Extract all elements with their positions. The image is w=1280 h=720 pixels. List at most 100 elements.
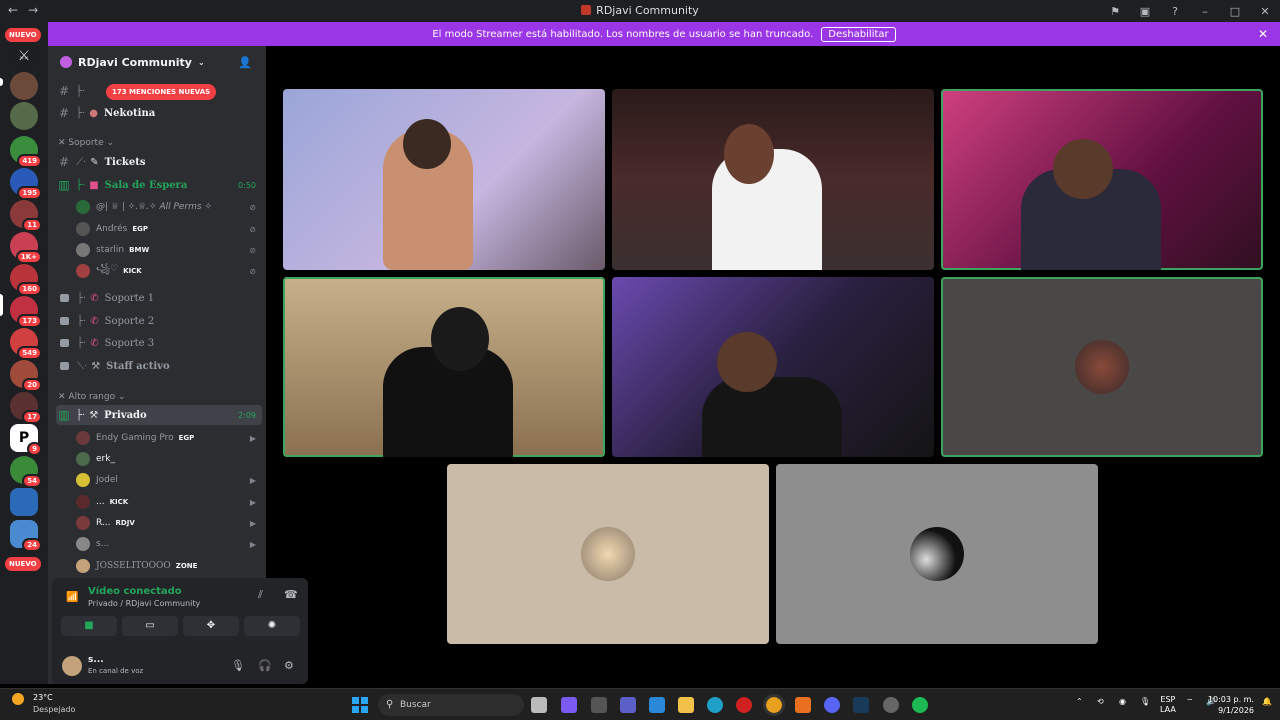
channel-sala-espera[interactable]: ▥ ├· ■ Sala de Espera 0:50 <box>56 175 262 195</box>
teams-icon[interactable] <box>620 697 636 713</box>
app-icon[interactable] <box>883 697 899 713</box>
server-icon[interactable]: 160 <box>10 264 42 296</box>
close-icon[interactable]: ✕ <box>1258 27 1268 41</box>
signal-icon[interactable]: 📶 <box>66 592 78 603</box>
server-icon[interactable]: 549 <box>10 328 42 360</box>
server-icon-selected[interactable]: 173 <box>10 296 42 328</box>
server-icon[interactable]: 24 <box>10 520 42 552</box>
video-tile[interactable] <box>447 464 769 644</box>
settings-icon[interactable]: ⚙ <box>284 659 294 672</box>
notification-icon[interactable]: 🔔 <box>1262 697 1272 706</box>
screen-icon[interactable]: ▣ <box>1130 5 1160 18</box>
spotify-icon[interactable] <box>912 697 928 713</box>
language-indicator[interactable]: ESP LAA <box>1160 695 1176 715</box>
video-tile[interactable] <box>612 277 934 457</box>
channel-sidebar: RDjavi Community ⌄ 👤 # ├· 173 MENCIONES N… <box>48 46 308 684</box>
video-tile-speaking[interactable] <box>941 89 1263 270</box>
task-view-icon[interactable] <box>531 697 547 713</box>
discord-icon[interactable] <box>824 697 840 713</box>
category-soporte[interactable]: ✕ Soporte ⌄ <box>58 138 114 148</box>
add-member-icon[interactable]: 👤 <box>238 56 252 69</box>
microphone-icon[interactable]: 🎙 <box>231 659 245 672</box>
server-icon[interactable] <box>10 72 38 100</box>
maximize-button[interactable]: □ <box>1220 5 1250 18</box>
video-tile-speaking[interactable] <box>941 277 1263 457</box>
hash-icon: # <box>58 106 70 120</box>
voice-user[interactable]: Andrés EGP ⊘ <box>76 219 262 239</box>
video-tile[interactable] <box>612 89 934 270</box>
activities-button[interactable]: ✥ <box>183 616 239 636</box>
server-icon[interactable] <box>10 102 38 130</box>
sync-icon[interactable]: ⟲ <box>1097 697 1104 706</box>
voice-user[interactable]: R... RDJV ▶ <box>76 513 262 533</box>
store-icon[interactable] <box>649 697 665 713</box>
app-icon[interactable] <box>795 697 811 713</box>
voice-user[interactable]: erk_ <box>76 449 262 469</box>
voice-user[interactable]: @| ♕ | ✧.♕.✧ All Perms ✧ ⊘ <box>76 197 262 217</box>
headphones-icon[interactable]: 🎧 <box>258 659 272 672</box>
voice-user[interactable]: starlin BMW ⊘ <box>76 240 262 260</box>
avatar <box>581 527 635 581</box>
server-icon[interactable]: 17 <box>10 392 42 424</box>
opera-icon[interactable] <box>736 697 752 713</box>
server-icon[interactable]: 20 <box>10 360 42 392</box>
voice-location[interactable]: Privado / RDjavi Community <box>88 599 200 608</box>
video-tile[interactable] <box>283 89 605 270</box>
folder-icon[interactable] <box>678 697 694 713</box>
weather-widget[interactable]: 23°C Despejado <box>12 693 75 714</box>
tray-app-icon[interactable]: ◉ <box>1119 697 1126 706</box>
disable-button[interactable]: Deshabilitar <box>821 26 896 42</box>
inbox-icon[interactable]: ⚑ <box>1100 5 1130 18</box>
server-icon[interactable]: 1K+ <box>10 232 42 264</box>
channel-tickets[interactable]: # ⟋· ✎ Tickets <box>56 152 262 172</box>
app-icon[interactable] <box>591 697 607 713</box>
steam-icon[interactable] <box>853 697 869 713</box>
voice-user[interactable]: ꧁♡ KICK ⊘ <box>76 261 262 281</box>
voice-user[interactable]: JOSSELITOOOO ZONE <box>76 556 262 576</box>
chevron-up-icon[interactable]: ⌃ <box>1076 697 1083 706</box>
channel-nekotina[interactable]: # ├· ● Nekotina <box>56 103 262 123</box>
edge-icon[interactable] <box>707 697 723 713</box>
avatar[interactable] <box>62 656 82 676</box>
lock-icon <box>60 294 69 302</box>
server-icon[interactable]: 195 <box>10 168 42 200</box>
channel-soporte-3[interactable]: ├· ✆ Soporte 3 <box>56 333 262 353</box>
noise-suppression-icon[interactable]: ⫽ <box>258 588 263 602</box>
guild-header[interactable]: RDjavi Community ⌄ 👤 <box>48 46 266 78</box>
unread-badge: 160 <box>17 282 42 296</box>
voice-user[interactable]: ... KICK ▶ <box>76 492 262 512</box>
mentions-pill[interactable]: 173 MENCIONES NUEVAS <box>106 84 217 100</box>
start-button[interactable] <box>352 697 368 713</box>
chrome-icon[interactable] <box>763 694 785 716</box>
avatar <box>1075 340 1129 394</box>
wifi-icon[interactable]: ⌔ <box>1186 697 1194 707</box>
voice-user[interactable]: s... ▶ <box>76 534 262 554</box>
server-icon[interactable]: P9 <box>10 424 42 456</box>
close-button[interactable]: ✕ <box>1250 5 1280 18</box>
server-icon[interactable]: 11 <box>10 200 42 232</box>
help-icon[interactable]: ? <box>1160 5 1190 18</box>
mic-tray-icon[interactable]: 🎙 <box>1140 697 1150 706</box>
search-box[interactable]: ⚲ Buscar <box>378 694 524 716</box>
banner-text: El modo Streamer está habilitado. Los no… <box>432 28 814 40</box>
clock[interactable]: 10:03 p. m. 9/1/2026 <box>1208 694 1254 716</box>
channel-staff-activo[interactable]: ⟍· ⚒ Staff activo <box>56 356 262 376</box>
category-alto-rango[interactable]: ✕ Alto rango ⌄ <box>58 392 126 402</box>
voice-user[interactable]: Jodel ▶ <box>76 470 262 490</box>
channel-soporte-2[interactable]: ├· ✆ Soporte 2 <box>56 311 262 331</box>
soundboard-button[interactable]: ✺ <box>244 616 300 636</box>
video-tile[interactable] <box>776 464 1098 644</box>
channel-soporte-1[interactable]: ├· ✆ Soporte 1 <box>56 288 262 308</box>
server-icon[interactable] <box>10 488 38 516</box>
screenshare-button[interactable]: ▭ <box>122 616 178 636</box>
server-icon[interactable]: ⚔ <box>10 42 38 70</box>
copilot-icon[interactable] <box>561 697 577 713</box>
minimize-button[interactable]: – <box>1190 5 1220 18</box>
disconnect-icon[interactable]: ☎ <box>284 588 298 601</box>
server-icon[interactable]: 419 <box>10 136 42 168</box>
server-icon[interactable]: 54 <box>10 456 42 488</box>
voice-user[interactable]: Endy Gaming Pro EGP ▶ <box>76 428 262 448</box>
camera-button[interactable]: ■ <box>61 616 117 636</box>
video-tile-speaking[interactable] <box>283 277 605 457</box>
channel-privado[interactable]: ▥ ├· ⚒ Privado 2:09 <box>56 405 262 425</box>
